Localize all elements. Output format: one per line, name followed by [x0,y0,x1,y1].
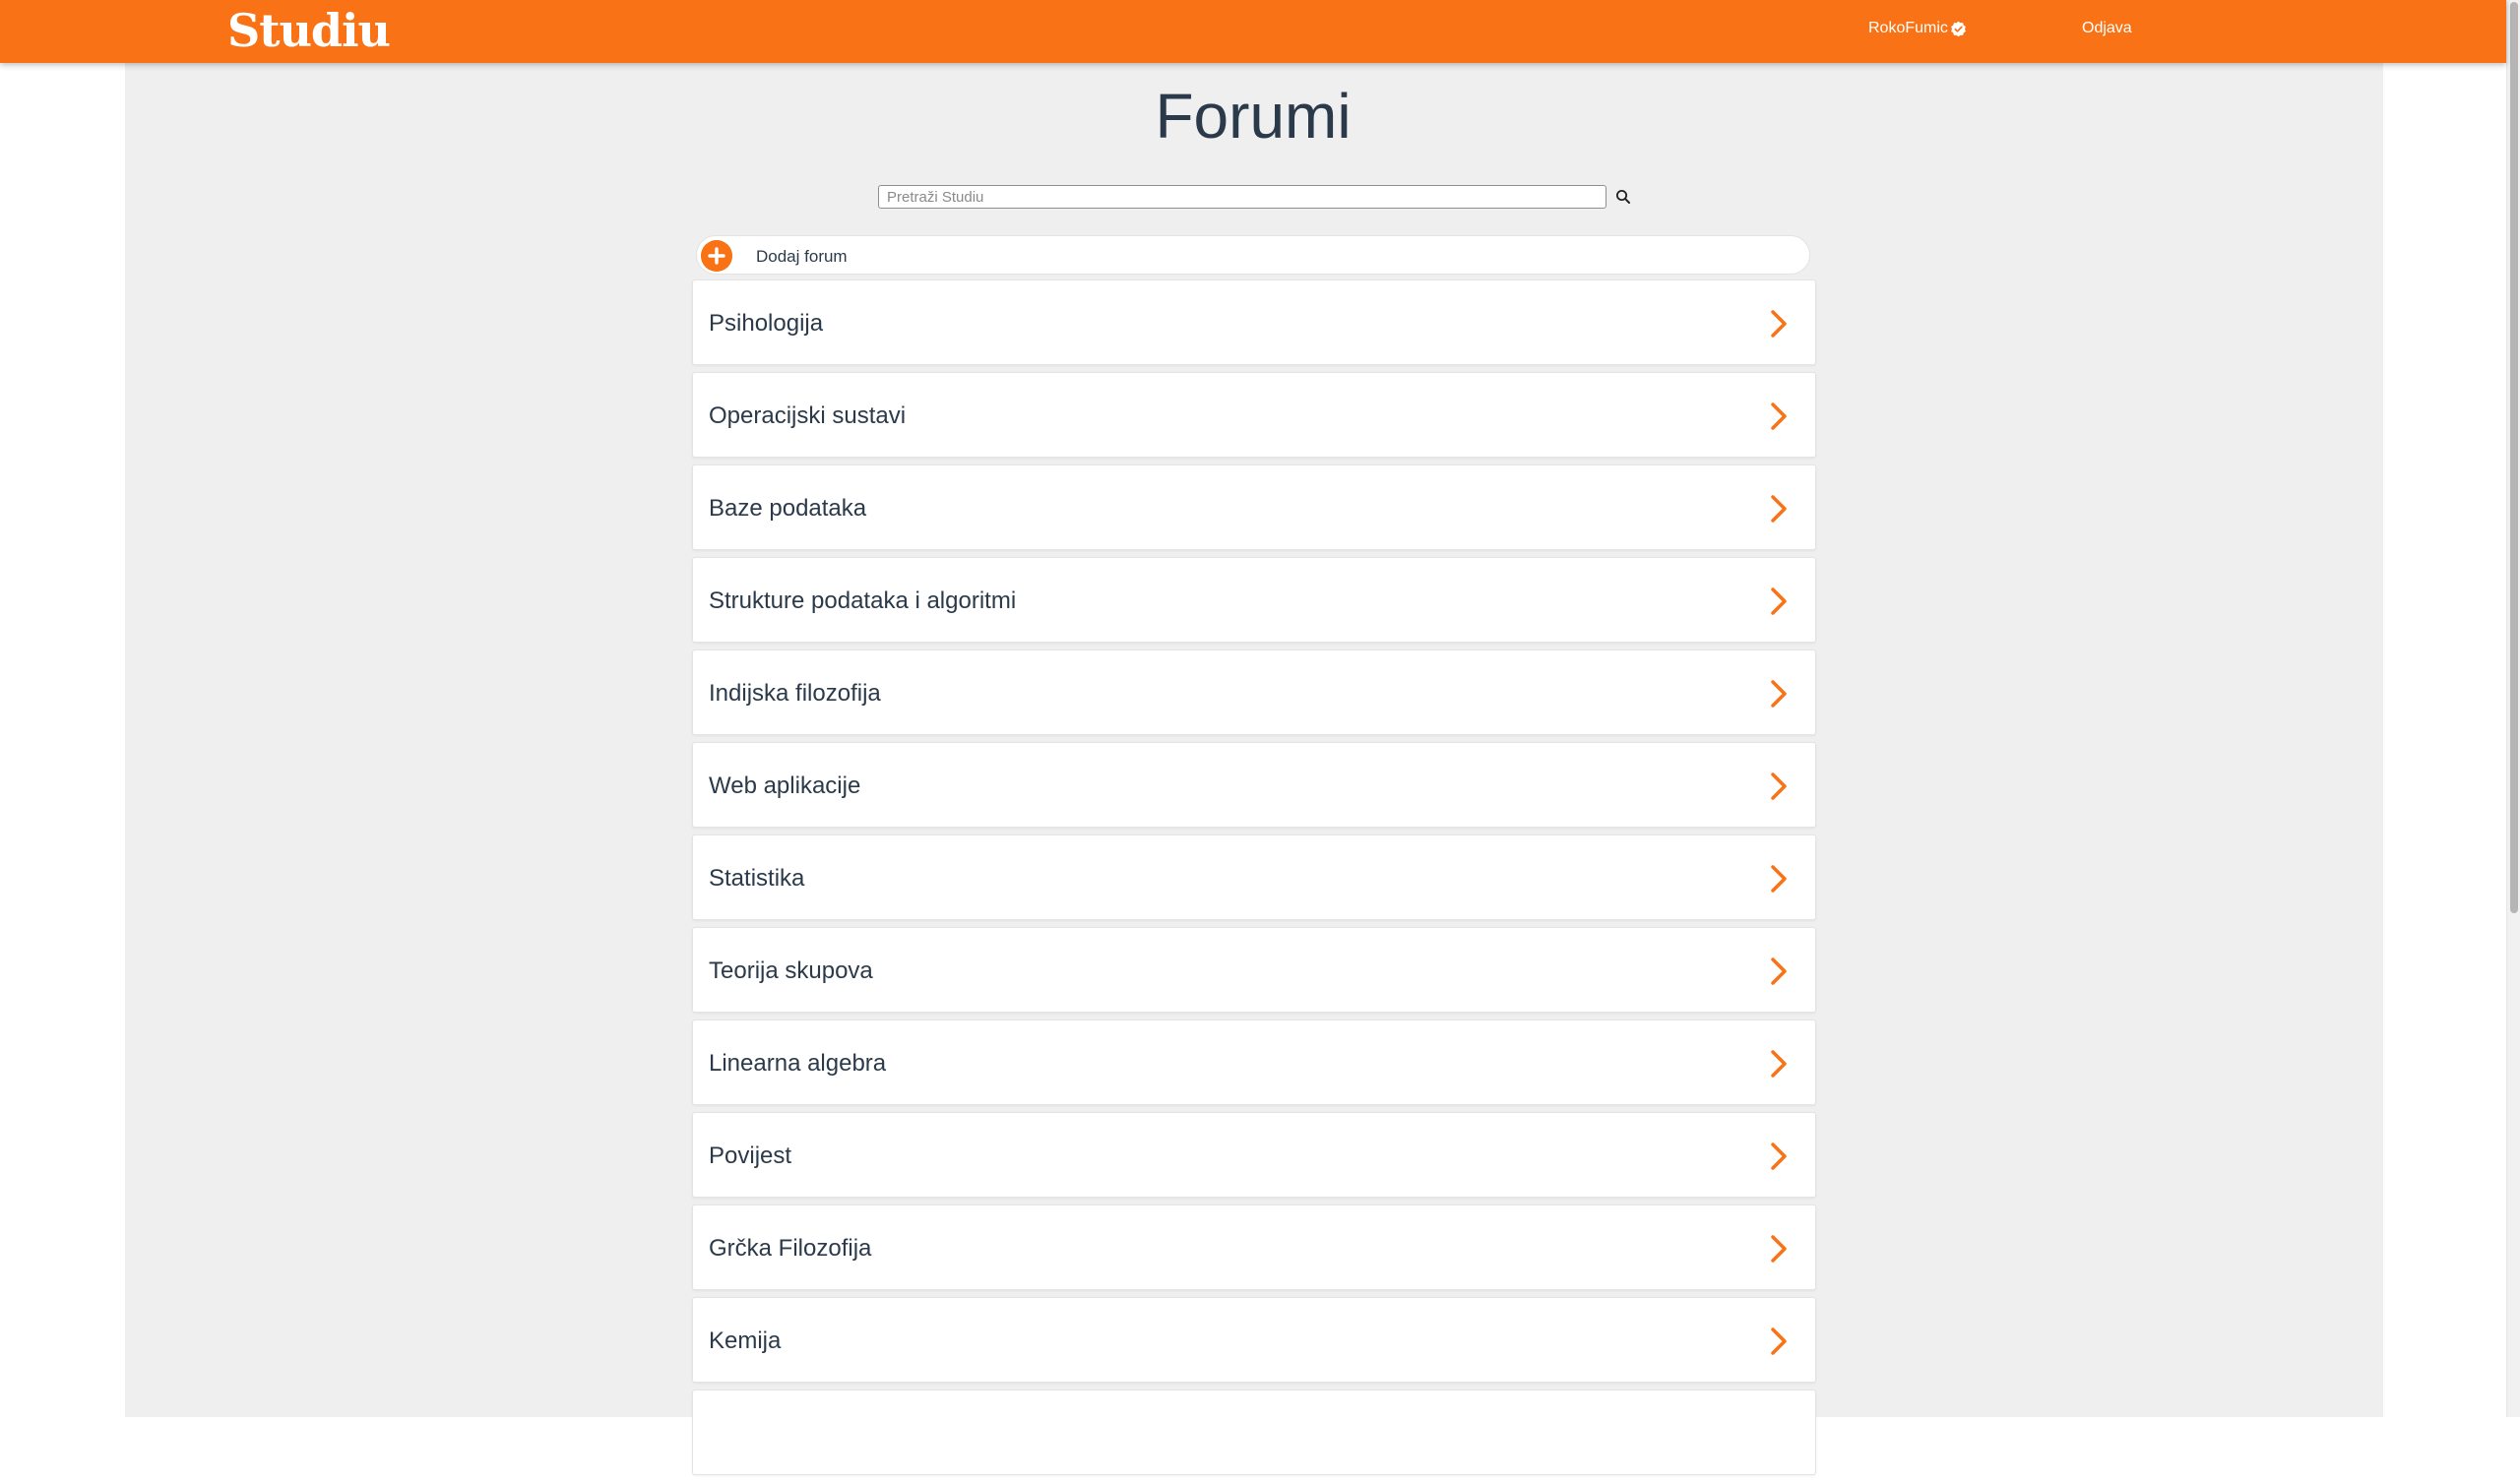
forum-label: Statistika [709,865,805,892]
search-input[interactable] [878,185,1606,209]
forum-item[interactable]: Teorija skupova [692,927,1816,1013]
forum-item[interactable]: Kemija [692,1297,1816,1383]
forum-item[interactable]: Grčka Filozofija [692,1204,1816,1290]
top-navbar: Studiu RokoFumic Odjava [0,0,2506,63]
forum-item[interactable]: Statistika [692,834,1816,920]
chevron-right-icon [1771,957,1787,985]
page-title: Forumi [1155,81,1352,152]
search-icon[interactable] [1614,188,1632,206]
forum-item[interactable]: Povijest [692,1112,1816,1198]
chevron-right-icon [1771,680,1787,708]
logo[interactable]: Studiu [227,3,391,58]
forum-item[interactable] [692,1389,1816,1475]
forum-item[interactable]: Baze podataka [692,464,1816,550]
chevron-right-icon [1771,1328,1787,1355]
verified-badge-icon [1951,21,1966,36]
forum-item[interactable]: Strukture podataka i algoritmi [692,557,1816,643]
forum-item[interactable]: Indijska filozofija [692,649,1816,735]
chevron-right-icon [1771,772,1787,800]
chevron-right-icon [1771,865,1787,893]
forum-item[interactable]: Web aplikacije [692,742,1816,828]
logout-link[interactable]: Odjava [2082,20,2132,37]
forum-item[interactable]: Linearna algebra [692,1019,1816,1105]
forum-list: Psihologija Operacijski sustavi Baze pod… [692,279,1816,1482]
forum-label: Web aplikacije [709,772,861,799]
forum-label: Grčka Filozofija [709,1235,872,1262]
chevron-right-icon [1771,1142,1787,1170]
add-forum-button[interactable]: Dodaj forum [696,235,1810,275]
forum-label: Operacijski sustavi [709,402,907,429]
forum-label: Kemija [709,1328,782,1354]
chevron-right-icon [1771,495,1787,523]
chevron-right-icon [1771,1050,1787,1078]
chevron-right-icon [1771,310,1787,338]
forum-label: Psihologija [709,310,824,337]
add-forum-label: Dodaj forum [756,247,848,266]
chevron-right-icon [1771,587,1787,615]
forum-label: Teorija skupova [709,957,873,984]
forum-label: Linearna algebra [709,1050,887,1077]
username: RokoFumic [1868,20,1948,36]
forum-label: Strukture podataka i algoritmi [709,587,1017,614]
chevron-right-icon [1771,402,1787,430]
forum-label: Baze podataka [709,495,867,522]
forum-item[interactable]: Psihologija [692,279,1816,365]
forum-label: Povijest [709,1142,792,1169]
scrollbar-thumb[interactable] [2510,2,2518,913]
chevron-right-icon [1771,1235,1787,1263]
user-profile-link[interactable]: RokoFumic [1868,20,1967,37]
forum-label: Indijska filozofija [709,680,881,707]
scrollbar[interactable] [2506,0,2520,1417]
plus-icon [701,240,732,272]
forum-item[interactable]: Operacijski sustavi [692,372,1816,458]
